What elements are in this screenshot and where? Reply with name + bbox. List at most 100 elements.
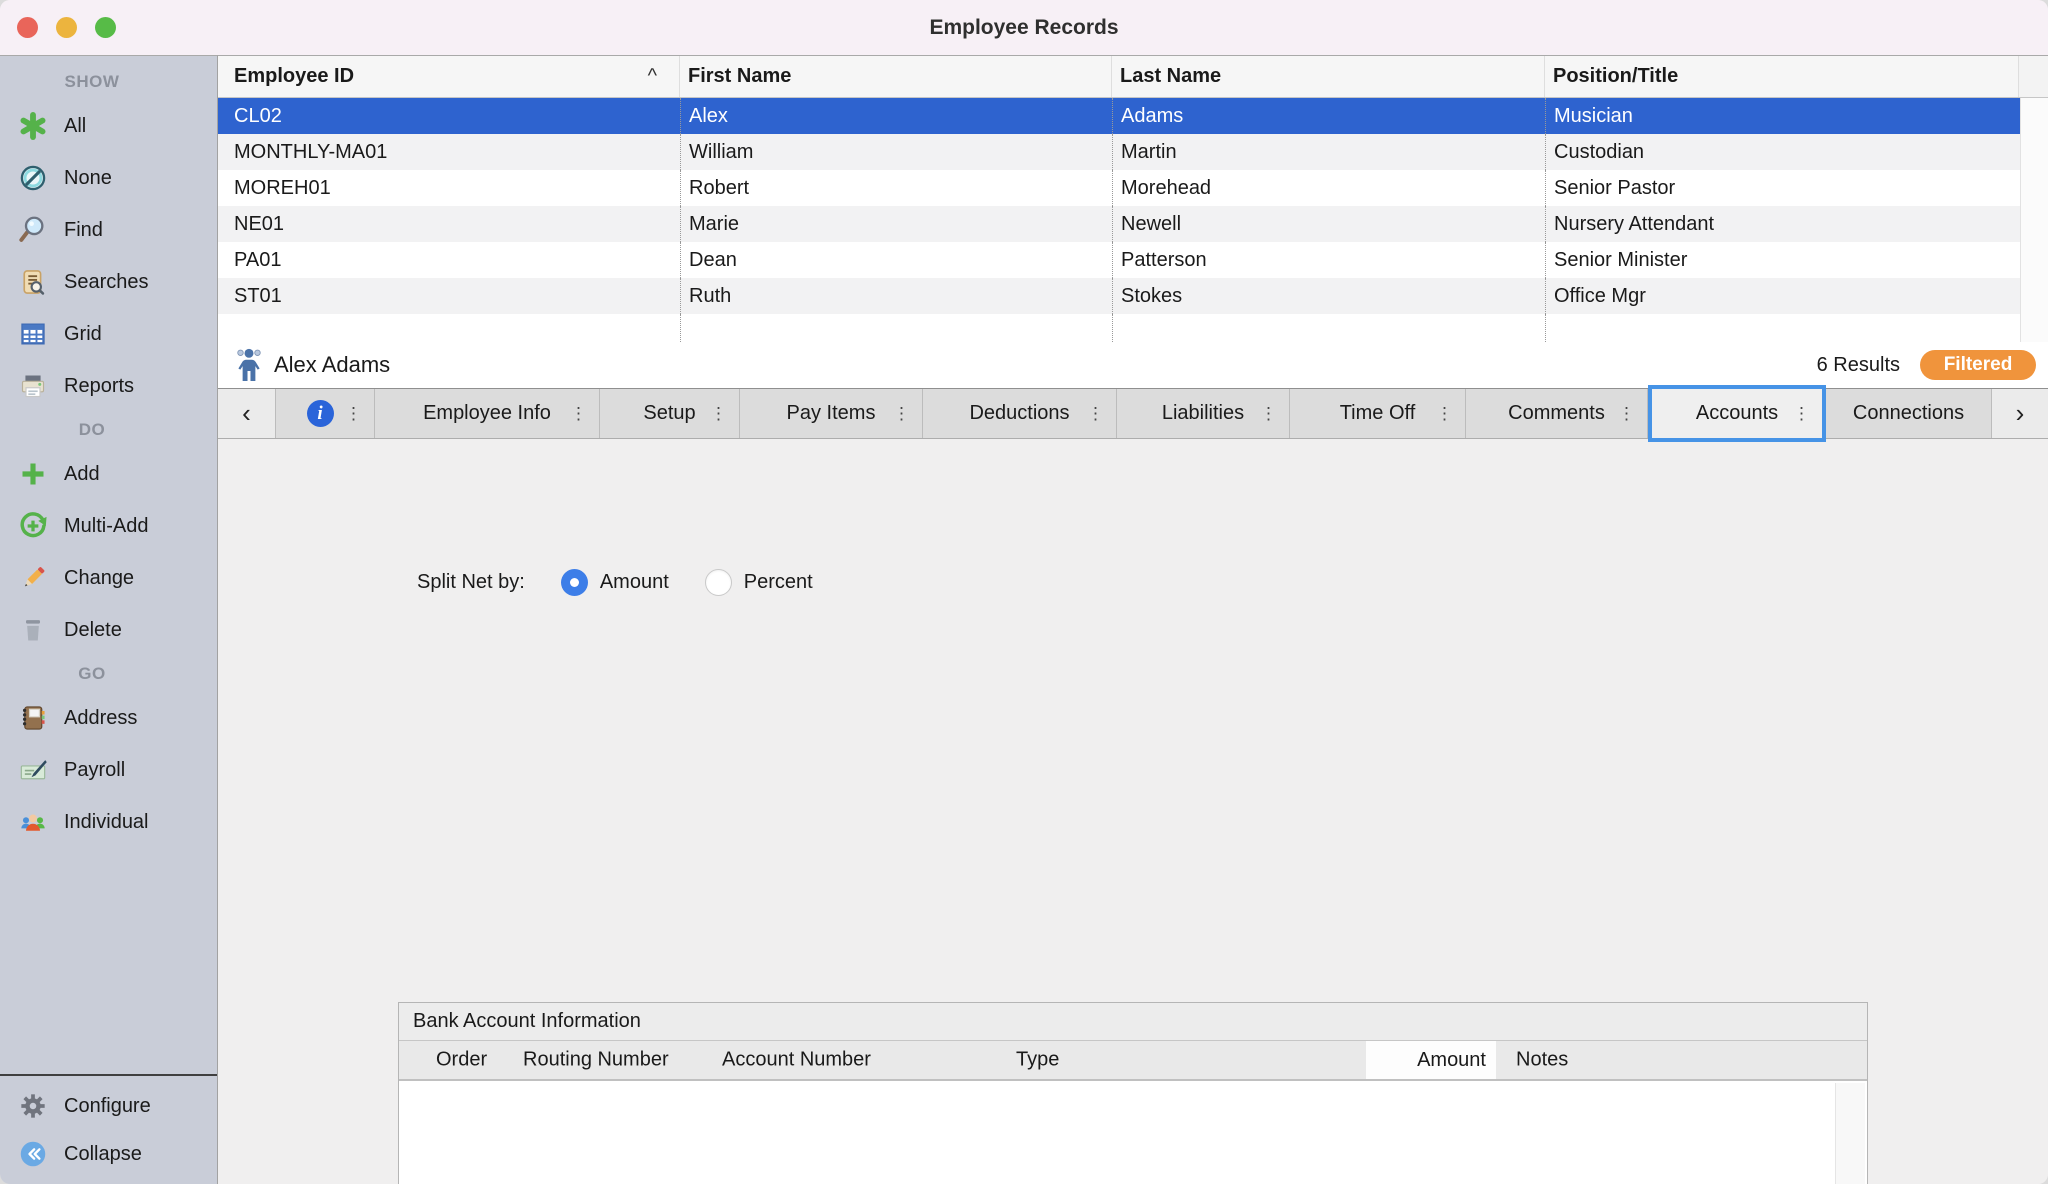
- cell-last-name: Martin: [1112, 134, 1545, 170]
- cell-employee-id: CL02: [218, 98, 680, 134]
- tab-employee-info[interactable]: Employee Info ⋮: [375, 389, 600, 438]
- radio-amount-label: Amount: [600, 571, 669, 594]
- window-title: Employee Records: [0, 0, 2048, 55]
- sidebar-item-label: Find: [64, 219, 103, 242]
- employee-list-table: Employee ID ^ First Name Last Name Posit…: [218, 55, 2048, 342]
- tab-menu-icon[interactable]: ⋮: [1436, 405, 1453, 422]
- tab-info[interactable]: i ⋮: [276, 389, 375, 438]
- cell-first-name: Marie: [680, 206, 1112, 242]
- sidebar-item-label: Multi-Add: [64, 515, 148, 538]
- sidebar-item-add[interactable]: Add: [0, 448, 217, 500]
- sidebar-item-grid[interactable]: Grid: [0, 308, 217, 360]
- printer-icon: [18, 371, 48, 401]
- cell-first-name: Dean: [680, 242, 1112, 278]
- collapse-icon: [18, 1139, 48, 1169]
- sidebar-item-label: Payroll: [64, 759, 125, 782]
- table-scrollbar[interactable]: [2020, 98, 2048, 342]
- tab-menu-icon[interactable]: ⋮: [570, 405, 587, 422]
- tab-menu-icon[interactable]: ⋮: [1260, 405, 1277, 422]
- prohibition-icon: [18, 163, 48, 193]
- cell-last-name: Stokes: [1112, 278, 1545, 314]
- tab-menu-icon[interactable]: ⋮: [893, 405, 910, 422]
- column-header-last-name[interactable]: Last Name: [1112, 56, 1545, 97]
- radio-percent-label: Percent: [744, 571, 813, 594]
- sidebar-item-delete[interactable]: Delete: [0, 604, 217, 656]
- bank-column-account-number: Account Number: [722, 1049, 871, 1072]
- sidebar-item-payroll[interactable]: Payroll: [0, 744, 217, 796]
- main-area: Employee ID ^ First Name Last Name Posit…: [218, 55, 2048, 1184]
- check-pen-icon: [18, 755, 48, 785]
- bank-column-routing-number: Routing Number: [523, 1049, 669, 1072]
- tab-menu-icon[interactable]: ⋮: [710, 405, 727, 422]
- sidebar-item-change[interactable]: Change: [0, 552, 217, 604]
- accounts-tab-content: Split Net by: Amount Percent Bank Accoun…: [218, 439, 2048, 1184]
- gear-icon: [18, 1091, 48, 1121]
- table-row[interactable]: NE01 Marie Newell Nursery Attendant: [218, 206, 2048, 242]
- column-header-position-title[interactable]: Position/Title: [1545, 56, 2019, 97]
- sidebar-item-configure[interactable]: Configure: [0, 1082, 217, 1130]
- tab-connections[interactable]: Connections: [1826, 389, 1992, 438]
- bank-column-notes: Notes: [1516, 1049, 1568, 1072]
- table-row[interactable]: MONTHLY-MA01 William Martin Custodian: [218, 134, 2048, 170]
- asterisk-icon: [18, 111, 48, 141]
- record-tab-bar: ‹ i ⋮ Employee Info ⋮ Setup ⋮ Pay Items …: [218, 388, 2048, 439]
- table-row[interactable]: MOREH01 Robert Morehead Senior Pastor: [218, 170, 2048, 206]
- chevron-left-icon: ‹: [242, 398, 251, 429]
- bank-table-scrollbar[interactable]: [1835, 1083, 1865, 1184]
- tab-setup[interactable]: Setup ⋮: [600, 389, 740, 438]
- grid-icon: [18, 319, 48, 349]
- tab-menu-icon[interactable]: ⋮: [1087, 405, 1104, 422]
- sidebar-item-label: Change: [64, 567, 134, 590]
- plus-icon: [18, 459, 48, 489]
- employee-list-body: CL02 Alex Adams Musician MONTHLY-MA01 Wi…: [218, 98, 2048, 342]
- sidebar-item-label: Reports: [64, 375, 134, 398]
- column-header-employee-id[interactable]: Employee ID ^: [218, 56, 680, 97]
- sidebar-item-label: Collapse: [64, 1143, 142, 1166]
- tab-pay-items[interactable]: Pay Items ⋮: [740, 389, 923, 438]
- tabs-scroll-left-button[interactable]: ‹: [218, 389, 276, 438]
- tab-liabilities[interactable]: Liabilities ⋮: [1117, 389, 1290, 438]
- bank-table-body: [399, 1081, 1867, 1184]
- sidebar-section-do: DO: [0, 412, 184, 448]
- employee-list-header: Employee ID ^ First Name Last Name Posit…: [218, 56, 2048, 98]
- table-row[interactable]: ST01 Ruth Stokes Office Mgr: [218, 278, 2048, 314]
- tab-deductions[interactable]: Deductions ⋮: [923, 389, 1117, 438]
- tab-menu-icon[interactable]: ⋮: [345, 405, 362, 422]
- sidebar-item-searches[interactable]: Searches: [0, 256, 217, 308]
- table-row[interactable]: PA01 Dean Patterson Senior Minister: [218, 242, 2048, 278]
- filtered-badge[interactable]: Filtered: [1920, 350, 2036, 380]
- tab-accounts[interactable]: Accounts ⋮: [1648, 385, 1826, 442]
- sidebar-item-multi-add[interactable]: Multi-Add: [0, 500, 217, 552]
- bank-account-panel: Bank Account Information Order Routing N…: [398, 1002, 1868, 1184]
- tab-comments[interactable]: Comments ⋮: [1466, 389, 1648, 438]
- cell-employee-id: ST01: [218, 278, 680, 314]
- radio-percent[interactable]: [705, 569, 732, 596]
- sidebar-item-label: Individual: [64, 811, 149, 834]
- magnifier-icon: [18, 215, 48, 245]
- bank-column-order: Order: [436, 1049, 487, 1072]
- cell-employee-id: MONTHLY-MA01: [218, 134, 680, 170]
- sidebar-item-collapse[interactable]: Collapse: [0, 1130, 217, 1178]
- sidebar-item-all[interactable]: All: [0, 100, 217, 152]
- radio-amount[interactable]: [561, 569, 588, 596]
- tab-menu-icon[interactable]: ⋮: [1793, 405, 1810, 422]
- tab-time-off[interactable]: Time Off ⋮: [1290, 389, 1466, 438]
- sidebar-item-label: Searches: [64, 271, 149, 294]
- sidebar-item-reports[interactable]: Reports: [0, 360, 217, 412]
- sidebar-item-label: Address: [64, 707, 137, 730]
- cell-position-title: Office Mgr: [1545, 278, 2019, 314]
- trash-icon: [18, 615, 48, 645]
- cell-position-title: Senior Pastor: [1545, 170, 2019, 206]
- sidebar-item-find[interactable]: Find: [0, 204, 217, 256]
- tabs-scroll-right-button[interactable]: ›: [1992, 389, 2048, 438]
- sidebar-item-address[interactable]: Address: [0, 692, 217, 744]
- tab-menu-icon[interactable]: ⋮: [1618, 405, 1635, 422]
- column-header-first-name[interactable]: First Name: [680, 56, 1112, 97]
- sidebar-item-none[interactable]: None: [0, 152, 217, 204]
- payroll-person-icon: [236, 348, 262, 382]
- split-net-row: Split Net by: Amount Percent: [417, 565, 813, 599]
- table-row[interactable]: CL02 Alex Adams Musician: [218, 98, 2048, 134]
- address-book-icon: [18, 703, 48, 733]
- sidebar: SHOW All None Find Searches: [0, 55, 218, 1184]
- sidebar-item-individual[interactable]: Individual: [0, 796, 217, 848]
